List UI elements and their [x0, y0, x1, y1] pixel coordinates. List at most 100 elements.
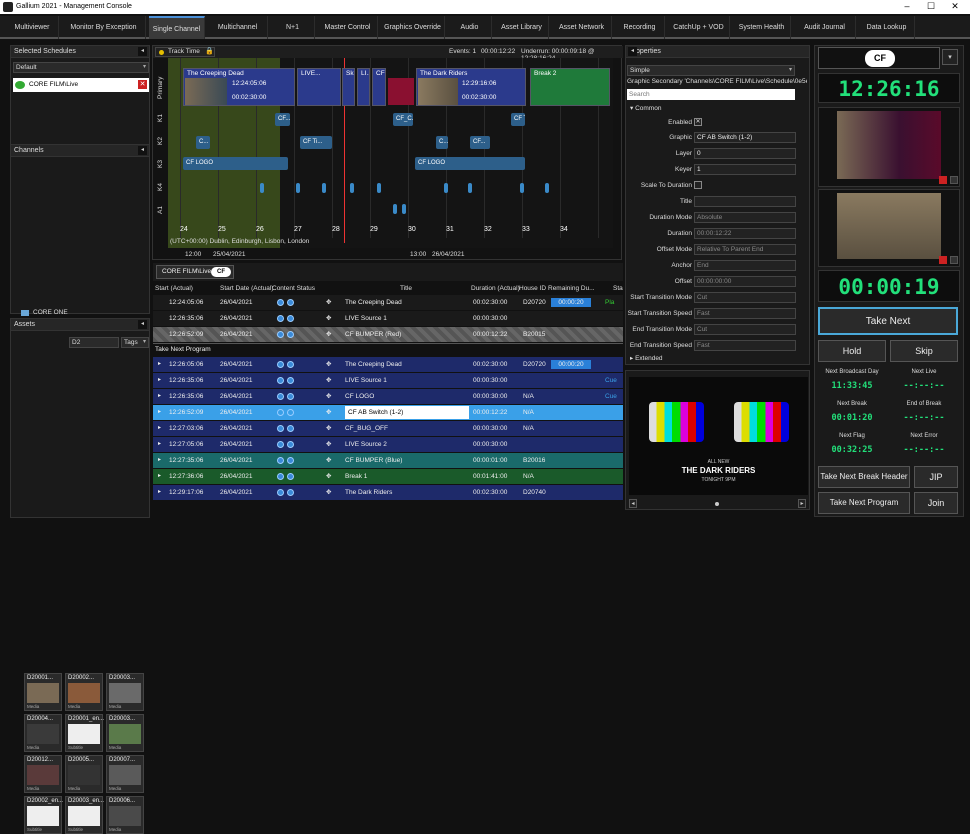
next-icon[interactable]: ▸ — [798, 499, 806, 508]
move-icon[interactable]: ✥ — [326, 357, 331, 372]
tab-audit-journal[interactable]: Audit Journal — [794, 16, 856, 39]
asset-tile[interactable]: D20006... Media — [106, 796, 144, 834]
tab-data-lookup[interactable]: Data Lookup — [859, 16, 915, 39]
property-checkbox[interactable]: ✕ — [694, 118, 702, 126]
maximize-icon[interactable]: ☐ — [920, 1, 942, 12]
move-icon[interactable]: ✥ — [326, 453, 331, 468]
move-icon[interactable]: ✥ — [326, 389, 331, 404]
asset-tile[interactable]: D20012... Media — [24, 755, 62, 793]
property-value[interactable]: 1 — [694, 164, 796, 175]
move-icon[interactable]: ✥ — [326, 485, 331, 500]
move-icon[interactable]: ✥ — [326, 421, 331, 436]
tab-graphics-override[interactable]: Graphics Override — [381, 16, 445, 39]
expand-icon[interactable]: ▸ — [158, 437, 161, 452]
tags-dropdown[interactable]: Tags ▾ — [121, 337, 149, 348]
tab-system-health[interactable]: System Health — [733, 16, 791, 39]
collapse-icon[interactable]: ◂ — [138, 320, 147, 329]
column-header[interactable]: Sta — [613, 285, 623, 292]
table-row[interactable]: 12:27:03:06 26/04/2021 ✥ CF_BUG_OFF 00:00:30… — [153, 421, 623, 436]
asset-tile[interactable]: D20003... Media — [106, 673, 144, 711]
common-section-header[interactable]: ▾ Common — [630, 104, 661, 112]
take-next-button[interactable]: Take Next — [818, 307, 958, 335]
tab-recording[interactable]: Recording — [615, 16, 665, 39]
property-value[interactable]: End — [694, 260, 796, 271]
tab-monitor-by-exception[interactable]: Monitor By Exception — [62, 16, 146, 39]
schedule-filter-dropdown[interactable]: Default ▾ — [13, 62, 149, 73]
tab-asset-library[interactable]: Asset Library — [495, 16, 549, 39]
tab-multichannel[interactable]: Multichannel — [208, 16, 268, 39]
chevron-down-icon[interactable]: ▾ — [942, 49, 958, 65]
move-icon[interactable]: ✥ — [326, 373, 331, 388]
take-next-program-button[interactable]: Take Next Program — [818, 492, 910, 514]
expand-icon[interactable]: ▸ — [158, 357, 161, 372]
property-value[interactable]: 00:00:12:22 — [694, 228, 796, 239]
column-header[interactable]: Duration (Actual) — [471, 285, 520, 292]
keyer-event[interactable]: CF Ti... — [511, 113, 525, 126]
take-next-break-button[interactable]: Take Next Break Header — [818, 466, 910, 488]
move-icon[interactable]: ✥ — [326, 295, 331, 310]
table-row[interactable]: 12:26:52:09 26/04/2021 ✥ CF BUMPER (Red) 00:… — [153, 327, 623, 342]
primary-event[interactable]: LI... — [357, 68, 370, 106]
property-value[interactable]: Absolute — [694, 212, 796, 223]
record-icon[interactable] — [939, 256, 947, 264]
hold-button[interactable]: Hold — [818, 340, 886, 362]
table-row[interactable]: 12:27:35:06 26/04/2021 ✥ CF BUMPER (Blue) 00… — [153, 453, 623, 468]
tab-audio[interactable]: Audio — [448, 16, 492, 39]
expand-icon[interactable]: ▸ — [158, 389, 161, 404]
prev-icon[interactable]: ◂ — [629, 499, 637, 508]
move-icon[interactable]: ✥ — [326, 437, 331, 452]
join-button[interactable]: Join — [914, 492, 958, 514]
keyer-event[interactable]: CF LOGO — [183, 157, 288, 170]
table-row[interactable]: 12:27:05:06 26/04/2021 ✥ LIVE Source 2 00:00… — [153, 437, 623, 452]
property-value[interactable]: CF AB Switch (1-2) — [694, 132, 796, 143]
schedule-item[interactable]: CORE FILM\Live ✕ — [13, 78, 149, 92]
property-value[interactable]: Cut — [694, 292, 796, 303]
column-header[interactable]: Content Status — [272, 285, 315, 292]
page-dot-icon[interactable] — [715, 502, 719, 506]
table-row[interactable]: 12:26:35:06 26/04/2021 ✥ CF LOGO 00:00:30:00… — [153, 389, 623, 404]
asset-tile[interactable]: D20001... Media — [24, 673, 62, 711]
column-header[interactable]: Title — [400, 285, 412, 292]
property-value[interactable]: Fast — [694, 340, 796, 351]
move-icon[interactable]: ✥ — [326, 311, 331, 326]
tab-catchup-vod[interactable]: CatchUp + VOD — [668, 16, 730, 39]
minimize-icon[interactable]: – — [896, 1, 918, 11]
collapse-icon[interactable]: ◂ — [138, 146, 147, 155]
column-header[interactable]: Start Date (Actual) — [220, 285, 273, 292]
extended-section-header[interactable]: ▸ Extended — [630, 354, 663, 362]
skip-button[interactable]: Skip — [890, 340, 958, 362]
move-icon[interactable]: ✥ — [326, 405, 331, 420]
expand-icon[interactable]: ▸ — [158, 405, 161, 420]
asset-tile[interactable]: D20007... Media — [106, 755, 144, 793]
expand-icon[interactable]: ▸ — [158, 453, 161, 468]
property-value[interactable]: 00:00:00:00 — [694, 276, 796, 287]
keyer-event[interactable]: C... — [196, 136, 210, 149]
primary-event[interactable]: Sk... — [342, 68, 355, 106]
property-value[interactable]: Relative To Parent End — [694, 244, 796, 255]
lock-icon[interactable]: 🔒 — [205, 47, 214, 57]
close-icon[interactable]: ✕ — [944, 1, 966, 12]
table-row[interactable]: 12:26:35:06 26/04/2021 ✥ LIVE Source 1 00:00… — [153, 311, 623, 326]
channel-tag[interactable]: CORE FILM\Live CF — [156, 265, 234, 279]
keyer-event[interactable]: C... — [436, 136, 448, 149]
asset-tile[interactable]: D20005... Media — [65, 755, 103, 793]
monitor-menu-icon[interactable] — [950, 256, 958, 264]
expand-icon[interactable]: ▸ — [158, 469, 161, 484]
property-value[interactable]: 0 — [694, 148, 796, 159]
tab-asset-network[interactable]: Asset Network — [552, 16, 612, 39]
column-header[interactable]: House ID — [519, 285, 546, 292]
tab-multiviewer[interactable]: Multiviewer — [6, 16, 59, 39]
keyer-event[interactable]: CF LOGO — [415, 157, 525, 170]
table-row[interactable]: 12:26:35:06 26/04/2021 ✥ LIVE Source 1 00:00… — [153, 373, 623, 388]
table-row[interactable]: 12:29:17:06 26/04/2021 ✥ The Dark Riders 00:… — [153, 485, 623, 500]
keyer-event[interactable]: CF... — [275, 113, 290, 126]
move-icon[interactable]: ✥ — [326, 327, 331, 342]
keyer-event[interactable]: CF Ti... — [300, 136, 332, 149]
asset-tile[interactable]: D20002... Media — [65, 673, 103, 711]
asset-tile[interactable]: D20003... Media — [106, 714, 144, 752]
expand-icon[interactable]: ▸ — [158, 485, 161, 500]
property-value[interactable]: Cut — [694, 324, 796, 335]
asset-tile[interactable]: D20004... Media — [24, 714, 62, 752]
tab-single-channel[interactable]: Single Channel — [149, 16, 205, 39]
property-checkbox[interactable] — [694, 181, 702, 189]
